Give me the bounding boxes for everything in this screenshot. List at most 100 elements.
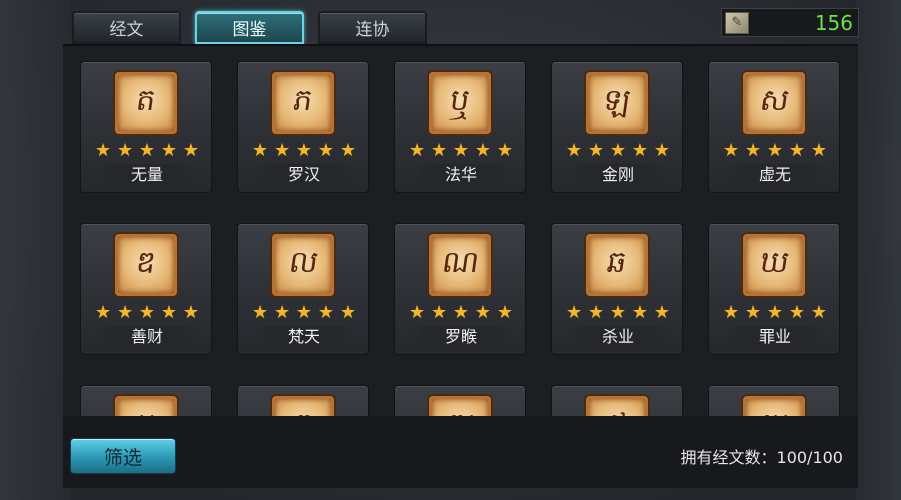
star-icon: ★ (744, 302, 762, 323)
card-name: 金刚 (568, 164, 668, 186)
star-icon: ★ (653, 302, 670, 323)
scripture-card[interactable]: ឃ ★ ★ ★ ★ ★ 罪业 (708, 223, 840, 355)
star-rating: ★ ★ ★ ★ ★ (252, 142, 356, 160)
star-rating: ★ ★ ★ ★ ★ (566, 142, 670, 160)
sanskrit-emblem-icon: ភ (272, 72, 334, 134)
scripture-card[interactable]: ស ★ ★ ★ ★ ★ 虚无 (708, 61, 840, 193)
star-rating: ★ ★ ★ ★ ★ (95, 304, 199, 322)
star-icon: ★ (317, 140, 334, 161)
star-rating: ★ ★ ★ ★ ★ (95, 142, 199, 160)
star-icon: ★ (273, 140, 291, 161)
codex-panel[interactable]: ត ★ ★ ★ ★ ★ 无量ភ ★ ★ ★ ★ ★ 罗汉ឬ ★ ★ ★ ★ ★ 法华ឡ ★ ★ ★ ★ ★ 金刚ស ★ ★ ★ ★ ★ 虚无… (63, 44, 858, 416)
card-name: 无量 (97, 164, 197, 186)
emblem-glyph: ថ (604, 405, 629, 416)
star-icon: ★ (631, 302, 648, 323)
emblem-glyph: ណ (439, 245, 482, 280)
emblem-glyph: ឌ (134, 245, 159, 280)
star-rating: ★ ★ ★ ★ ★ (409, 304, 513, 322)
sanskrit-emblem-icon: ព (272, 396, 334, 416)
sanskrit-emblem-icon: ឆ (586, 234, 648, 296)
star-icon: ★ (295, 302, 313, 323)
sanskrit-emblem-icon: ណ (429, 234, 491, 296)
scripture-card[interactable]: ណ ★ ★ ★ ★ ★ 罗睺 (394, 223, 526, 355)
filter-button[interactable]: 筛选 (70, 438, 176, 474)
star-icon: ★ (95, 140, 112, 161)
star-icon: ★ (452, 302, 470, 323)
star-icon: ★ (609, 302, 627, 323)
scripture-card[interactable]: ភ ★ ★ ★ ★ ★ 罗汉 (237, 61, 369, 193)
star-icon: ★ (631, 140, 648, 161)
sanskrit-emblem-icon: ឡ (586, 72, 648, 134)
sanskrit-emblem-icon: យ (743, 396, 805, 416)
scripture-card[interactable]: ឡ ★ ★ ★ ★ ★ 金刚 (551, 61, 683, 193)
emblem-glyph: ត (134, 83, 159, 118)
star-icon: ★ (566, 302, 583, 323)
star-icon: ★ (317, 302, 334, 323)
card-name: 杀业 (568, 326, 668, 348)
star-icon: ★ (452, 140, 470, 161)
star-icon: ★ (409, 302, 426, 323)
emblem-glyph: ឬ (448, 83, 473, 118)
star-icon: ★ (609, 140, 627, 161)
star-icon: ★ (182, 302, 199, 323)
star-icon: ★ (474, 140, 491, 161)
scripture-card[interactable]: ថ★★★★★ (551, 385, 683, 416)
star-icon: ★ (138, 302, 156, 323)
scripture-card[interactable]: យ★★★★★ (708, 385, 840, 416)
star-icon: ★ (496, 140, 513, 161)
owned-count: 拥有经文数：100/100 (680, 448, 843, 467)
currency-value: 156 (814, 10, 853, 35)
star-icon: ★ (766, 140, 784, 161)
sanskrit-emblem-icon: ឬ (429, 72, 491, 134)
card-name: 善财 (97, 326, 197, 348)
star-icon: ★ (252, 302, 269, 323)
tab-bar: 经文 图鉴 连协 (72, 11, 427, 44)
tab-scriptures[interactable]: 经文 (72, 11, 181, 44)
scripture-card[interactable]: ឆ ★ ★ ★ ★ ★ 杀业 (551, 223, 683, 355)
star-icon: ★ (116, 140, 134, 161)
star-icon: ★ (788, 302, 805, 323)
currency-display: ✎ 156 (721, 8, 859, 37)
scripture-card[interactable]: ឌ ★ ★ ★ ★ ★ 善财 (80, 223, 212, 355)
card-grid: ត ★ ★ ★ ★ ★ 无量ភ ★ ★ ★ ★ ★ 罗汉ឬ ★ ★ ★ ★ ★ 法华ឡ ★ ★ ★ ★ ★ 金刚ស ★ ★ ★ ★ ★ 虚无… (80, 61, 840, 416)
scripture-card[interactable]: ត ★ ★ ★ ★ ★ 无量 (80, 61, 212, 193)
card-name: 法华 (411, 164, 511, 186)
sanskrit-emblem-icon: ត (115, 72, 177, 134)
emblem-glyph: យ (757, 405, 792, 416)
star-icon: ★ (252, 140, 269, 161)
star-icon: ★ (430, 140, 448, 161)
emblem-glyph: ឡ (601, 83, 634, 118)
scripture-card[interactable]: ឍ★★★★★ (394, 385, 526, 416)
scripture-card[interactable]: ម★★★★★ (80, 385, 212, 416)
star-icon: ★ (810, 302, 827, 323)
star-icon: ★ (409, 140, 426, 161)
star-icon: ★ (810, 140, 827, 161)
scripture-card[interactable]: ព★★★★★ (237, 385, 369, 416)
star-icon: ★ (566, 140, 583, 161)
star-icon: ★ (587, 140, 605, 161)
star-rating: ★ ★ ★ ★ ★ (723, 142, 827, 160)
star-icon: ★ (339, 140, 356, 161)
card-name: 罪业 (725, 326, 825, 348)
star-icon: ★ (160, 302, 177, 323)
emblem-glyph: ឆ (605, 245, 630, 280)
sanskrit-emblem-icon: ស (743, 72, 805, 134)
card-name: 罗汉 (254, 164, 354, 186)
star-icon: ★ (138, 140, 156, 161)
star-icon: ★ (723, 302, 740, 323)
star-icon: ★ (116, 302, 134, 323)
star-icon: ★ (182, 140, 199, 161)
star-icon: ★ (273, 302, 291, 323)
tab-codex[interactable]: 图鉴 (195, 11, 304, 44)
sanskrit-emblem-icon: ម (115, 396, 177, 416)
star-icon: ★ (160, 140, 177, 161)
tab-combos[interactable]: 连协 (318, 11, 427, 44)
star-rating: ★ ★ ★ ★ ★ (409, 142, 513, 160)
scripture-card[interactable]: ល ★ ★ ★ ★ ★ 梵天 (237, 223, 369, 355)
card-name: 罗睺 (411, 326, 511, 348)
star-icon: ★ (339, 302, 356, 323)
scripture-card[interactable]: ឬ ★ ★ ★ ★ ★ 法华 (394, 61, 526, 193)
emblem-glyph: ភ (291, 83, 316, 118)
sanskrit-emblem-icon: ឃ (743, 234, 805, 296)
star-icon: ★ (95, 302, 112, 323)
